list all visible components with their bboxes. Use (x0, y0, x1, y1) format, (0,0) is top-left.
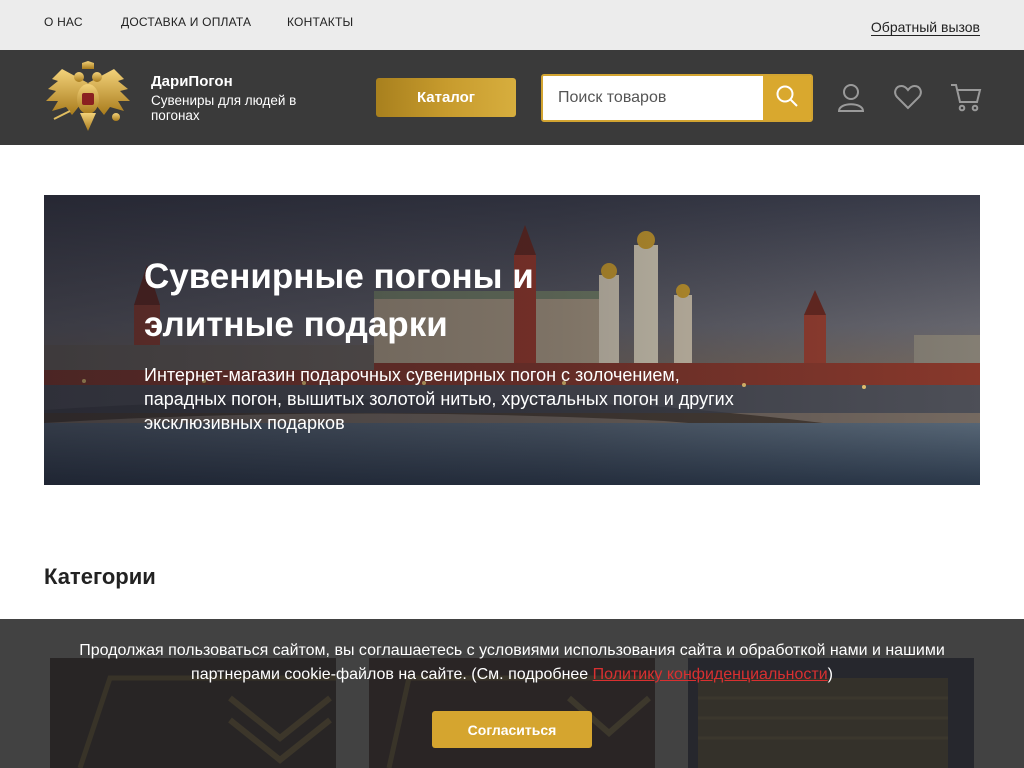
search-button[interactable] (763, 76, 811, 120)
logo-eagle-icon[interactable] (44, 61, 132, 135)
heart-icon[interactable] (893, 82, 923, 112)
cookie-text-end: ) (827, 666, 833, 683)
catalog-button[interactable]: Каталог (376, 78, 516, 117)
hero-description: Интернет-магазин подарочных сувенирных п… (144, 365, 734, 433)
hero-banner[interactable]: Сувенирные погоны и элитные подарки Инте… (44, 195, 980, 485)
search-box (541, 74, 813, 122)
cookie-banner: Продолжая пользоваться сайтом, вы соглаш… (0, 619, 1024, 768)
header: ДариПогон Сувениры для людей в погонах К… (0, 50, 1024, 145)
hero-title: Сувенирные погоны и элитные подарки (144, 257, 534, 344)
cart-icon[interactable] (950, 82, 982, 112)
nav-link-contacts[interactable]: КОНТАКТЫ (287, 15, 353, 29)
nav-link-delivery[interactable]: ДОСТАВКА И ОПЛАТА (121, 15, 251, 29)
accept-cookies-button[interactable]: Согласиться (432, 711, 592, 748)
nav-link-about[interactable]: О НАС (44, 15, 83, 29)
search-icon (775, 84, 799, 113)
callback-link[interactable]: Обратный вызов (870, 19, 980, 36)
user-icon[interactable] (836, 82, 866, 112)
top-bar: О НАС ДОСТАВКА И ОПЛАТА КОНТАКТЫ Обратны… (0, 0, 1024, 50)
search-input[interactable] (543, 76, 765, 120)
cookie-message: Продолжая пользоваться сайтом, вы соглаш… (40, 639, 984, 687)
categories-title: Категории (44, 564, 156, 589)
brand-tagline: Сувениры для людей в погонах (151, 93, 297, 123)
privacy-policy-link[interactable]: Политику конфиденциальности (593, 666, 828, 683)
brand-name[interactable]: ДариПогон (151, 73, 233, 90)
